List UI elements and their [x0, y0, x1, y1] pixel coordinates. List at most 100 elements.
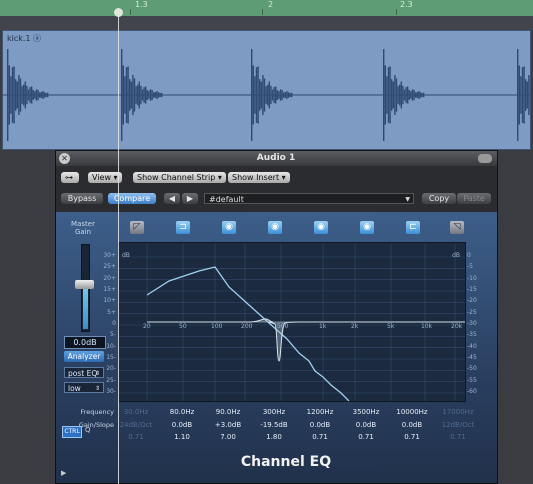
timeline-ruler[interactable]: 1.3 2 2.3	[0, 0, 533, 17]
preset-menu[interactable]: #default ▼	[204, 193, 414, 204]
bell-icon: ◉	[271, 222, 279, 232]
q-value[interactable]: 0.71	[436, 433, 480, 441]
frequency-tick-label: 20	[143, 323, 151, 330]
view-menu[interactable]: View ▾	[88, 172, 122, 183]
waveform-sample	[528, 74, 530, 116]
waveform-sample	[284, 92, 286, 98]
master-gain-value[interactable]: 0.0dB	[64, 336, 106, 349]
link-button[interactable]: ⊶	[61, 172, 79, 183]
frequency-value[interactable]: 300Hz	[252, 408, 296, 416]
next-preset-button[interactable]: ▶	[182, 193, 198, 204]
frequency-value[interactable]: 1200Hz	[298, 408, 342, 416]
previous-preset-button[interactable]: ◀	[164, 193, 180, 204]
frequency-value[interactable]: 3500Hz	[344, 408, 388, 416]
q-value[interactable]: 0.71	[390, 433, 434, 441]
bypass-button[interactable]: Bypass	[61, 193, 103, 204]
waveform-sample	[265, 86, 267, 104]
eq-graph[interactable]: dB dB 20 50 100 200 500 1k 2k 5k 10k 20k	[118, 242, 466, 402]
waveform-sample	[521, 67, 524, 123]
chevron-down-icon: ▼	[405, 196, 410, 203]
band-6-button[interactable]: ◉	[360, 221, 374, 234]
band-7-button[interactable]: ⊏	[406, 221, 420, 234]
waveform-sample	[130, 81, 132, 109]
zoom-button[interactable]	[478, 154, 492, 163]
audio-region[interactable]: kick.1 ⓐ	[2, 30, 531, 150]
waveform-sample	[23, 84, 25, 106]
waveform-sample	[386, 76, 388, 114]
plugin-titlebar[interactable]: ✕ Audio 1	[56, 151, 497, 166]
ruler-tick	[130, 9, 131, 15]
waveform-sample	[255, 67, 258, 123]
ctrl-button[interactable]: CTRL	[62, 426, 82, 438]
q-label: Q	[85, 426, 91, 434]
waveform-sample	[45, 93, 47, 97]
q-value[interactable]: 0.71	[298, 433, 342, 441]
band-5-button[interactable]: ◉	[314, 221, 328, 234]
show-channel-strip-menu[interactable]: Show Channel Strip ▾	[133, 172, 226, 183]
waveform-sample	[391, 79, 393, 111]
compare-button[interactable]: Compare	[108, 193, 156, 204]
analyzer-mode-select[interactable]: post EQ ⇕	[64, 367, 104, 378]
right-tick-label: 0	[467, 252, 471, 259]
waveform-sample	[39, 92, 41, 98]
q-value[interactable]: 7.00	[206, 433, 250, 441]
waveform-sample	[15, 79, 17, 111]
waveform-sample	[21, 86, 23, 104]
frequency-value[interactable]: 10000Hz	[390, 408, 434, 416]
chevron-updown-icon: ⇕	[94, 370, 100, 377]
left-axis-title: dB	[122, 252, 130, 259]
show-insert-menu[interactable]: Show Insert ▾	[228, 172, 290, 183]
waveform-sample	[517, 49, 519, 141]
band-1-button[interactable]: ◸	[130, 221, 144, 234]
waveform-sample	[37, 89, 39, 101]
waveform-sample	[383, 49, 385, 141]
waveform-sample	[520, 76, 522, 114]
close-button[interactable]: ✕	[59, 153, 70, 164]
q-value[interactable]: 0.71	[114, 433, 158, 441]
window-title: Audio 1	[256, 153, 296, 163]
band-3-button[interactable]: ◉	[222, 221, 236, 234]
gain-value[interactable]: 0.0dB	[344, 421, 388, 429]
master-gain-thumb[interactable]	[75, 280, 94, 289]
gain-value[interactable]: 24dB/Oct	[114, 421, 158, 429]
waveform-sample	[287, 92, 290, 98]
playhead[interactable]	[118, 12, 119, 484]
gain-value[interactable]: -19.5dB	[252, 421, 296, 429]
frequency-value[interactable]: 80.0Hz	[160, 408, 204, 416]
disclosure-triangle-icon[interactable]: ▶	[61, 469, 66, 477]
waveform-sample	[389, 66, 391, 124]
waveform-sample	[276, 90, 278, 100]
plugin-name: Channel EQ	[240, 454, 332, 470]
waveform-sample	[125, 67, 128, 123]
waveform-sample	[40, 92, 42, 98]
right-tick-label: -10	[467, 274, 477, 282]
band-2-button[interactable]: ⊐	[176, 221, 190, 234]
waveform-sample	[384, 65, 386, 125]
analyzer-resolution-select[interactable]: low ⇕	[64, 382, 104, 393]
gain-value[interactable]: 12dB/Oct	[436, 421, 480, 429]
band-4-button[interactable]: ◉	[268, 221, 282, 234]
frequency-value[interactable]: 30.0Hz	[114, 408, 158, 416]
gain-value[interactable]: 0.0dB	[298, 421, 342, 429]
paste-button[interactable]: Paste	[457, 193, 491, 204]
copy-button[interactable]: Copy	[422, 193, 456, 204]
waveform-sample	[408, 90, 410, 100]
gain-value[interactable]: +3.0dB	[206, 421, 250, 429]
waveform-sample	[394, 74, 396, 116]
waveform-sample	[395, 78, 398, 112]
q-value[interactable]: 1.10	[160, 433, 204, 441]
gain-value[interactable]: 0.0dB	[160, 421, 204, 429]
waveform-sample	[273, 87, 275, 103]
frequency-value[interactable]: 90.0Hz	[206, 408, 250, 416]
waveform-sample	[26, 85, 28, 105]
frequency-value[interactable]: 17000Hz	[436, 408, 480, 416]
waveform-sample	[47, 92, 49, 98]
q-value[interactable]: 1.80	[252, 433, 296, 441]
band-8-button[interactable]: ◹	[450, 221, 464, 234]
q-value[interactable]: 0.71	[344, 433, 388, 441]
analyzer-button[interactable]: Analyzer	[64, 351, 104, 362]
high-shelf-icon: ⊏	[409, 222, 417, 232]
empty-track-area	[0, 150, 55, 484]
waveform-sample	[523, 66, 525, 124]
gain-value[interactable]: 0.0dB	[390, 421, 434, 429]
